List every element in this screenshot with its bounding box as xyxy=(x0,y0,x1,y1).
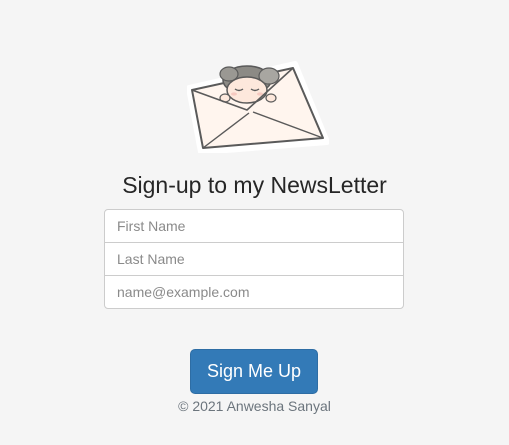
email-field[interactable] xyxy=(104,275,404,309)
last-name-field[interactable] xyxy=(104,242,404,276)
newsletter-logo xyxy=(186,58,330,155)
envelope-with-girl-icon xyxy=(186,61,330,155)
page-title: Sign-up to my NewsLetter xyxy=(122,172,387,198)
first-name-field[interactable] xyxy=(104,209,404,243)
signup-form xyxy=(104,209,404,309)
copyright-footer: © 2021 Anwesha Sanyal xyxy=(178,398,331,414)
sign-me-up-button[interactable]: Sign Me Up xyxy=(190,349,318,394)
